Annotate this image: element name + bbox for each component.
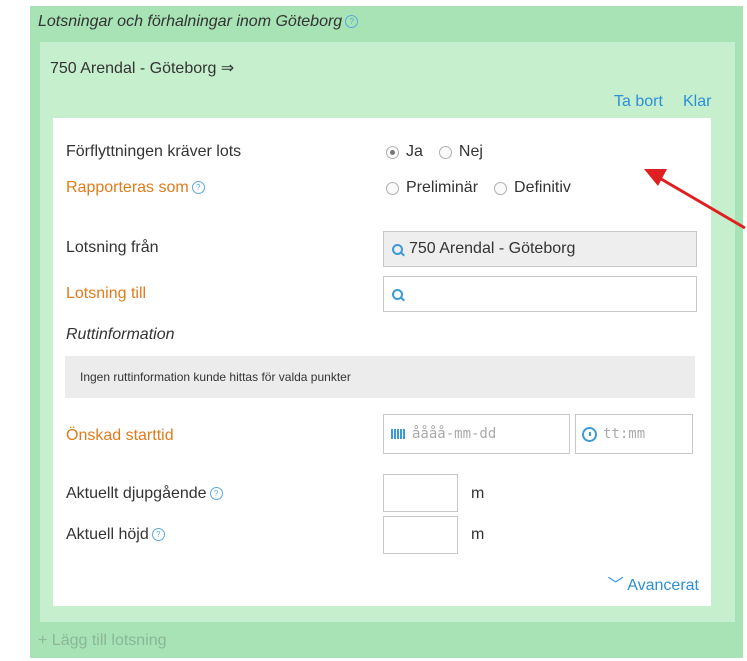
pilot-to-label: Lotsning till — [66, 285, 147, 302]
pilot-from-value: 750 Arendal - Göteborg — [409, 240, 576, 257]
start-date-field[interactable]: åååå-mm-dd — [383, 414, 570, 454]
start-time-field[interactable]: tt:mm — [575, 414, 693, 454]
height-unit: m — [471, 526, 485, 543]
pilotage-panel: Lotsningar och förhalningar inom Götebor… — [30, 6, 743, 658]
search-icon — [392, 288, 403, 300]
reported-as-radio-group: Preliminär Definitiv — [386, 179, 587, 197]
route-info-label: Ruttinformation — [66, 326, 175, 343]
clock-icon — [582, 426, 597, 442]
radio-definitiv-label: Definitiv — [514, 179, 571, 196]
start-time-label: Önskad starttid — [66, 427, 174, 444]
section-title-text: Lotsningar och förhalningar inom Götebor… — [38, 13, 343, 30]
help-icon[interactable]: ? — [191, 181, 205, 195]
calendar-icon — [391, 429, 405, 439]
radio-definitiv[interactable]: Definitiv — [494, 179, 571, 197]
section-title: Lotsningar och förhalningar inom Götebor… — [38, 13, 359, 31]
help-icon[interactable]: ? — [209, 487, 223, 501]
chevron-down-icon: ﹀ — [607, 577, 624, 594]
radio-ja-label: Ja — [406, 143, 423, 160]
draught-text: Aktuellt djupgående — [66, 485, 207, 502]
radio-nej-control[interactable] — [438, 145, 452, 159]
pilot-from-label: Lotsning från — [66, 239, 159, 256]
draught-unit: m — [471, 485, 485, 502]
advanced-label: Avancerat — [627, 577, 699, 594]
radio-nej[interactable]: Nej — [438, 143, 483, 161]
radio-preliminar-label: Preliminär — [406, 179, 479, 196]
remove-link[interactable]: Ta bort — [614, 93, 663, 111]
start-date-placeholder: åååå-mm-dd — [412, 426, 497, 442]
radio-preliminar-control[interactable] — [386, 181, 399, 195]
draught-input[interactable] — [383, 474, 458, 512]
requires-pilot-radio-group: Ja Nej — [386, 143, 499, 161]
requires-pilot-label: Förflyttningen kräver lots — [66, 143, 242, 160]
draught-label: Aktuellt djupgående? — [66, 485, 223, 503]
height-input[interactable] — [383, 516, 458, 554]
route-info-message: Ingen ruttinformation kunde hittas för v… — [65, 356, 695, 398]
pilot-from-field[interactable]: 750 Arendal - Göteborg — [383, 231, 697, 267]
route-info-text: Ingen ruttinformation kunde hittas för v… — [80, 370, 351, 384]
pilot-to-field[interactable] — [383, 276, 697, 312]
start-time-placeholder: tt:mm — [603, 426, 646, 442]
search-icon — [392, 243, 403, 255]
card-title: 750 Arendal - Göteborg ⇒ — [50, 60, 235, 77]
advanced-toggle[interactable]: ﹀ Avancerat — [608, 571, 699, 595]
reported-as-label: Rapporteras som? — [66, 179, 205, 197]
height-label: Aktuell höjd? — [66, 526, 165, 544]
radio-ja-control[interactable] — [386, 145, 399, 159]
add-pilotage-button[interactable]: + Lägg till lotsning — [38, 632, 167, 650]
done-link[interactable]: Klar — [683, 93, 711, 111]
pilotage-form: Förflyttningen kräver lots Ja Nej Rappor… — [53, 118, 711, 606]
help-icon[interactable]: ? — [151, 528, 165, 542]
reported-as-text: Rapporteras som — [66, 179, 189, 196]
height-text: Aktuell höjd — [66, 526, 149, 543]
help-icon[interactable]: ? — [345, 15, 359, 29]
radio-ja[interactable]: Ja — [386, 143, 423, 161]
pilotage-card: 750 Arendal - Göteborg ⇒ Ta bort Klar Fö… — [40, 42, 735, 622]
plus-icon: + — [38, 632, 48, 649]
radio-nej-label: Nej — [458, 143, 483, 160]
radio-definitiv-control[interactable] — [494, 181, 508, 195]
radio-preliminar[interactable]: Preliminär — [386, 179, 478, 197]
add-pilotage-label: Lägg till lotsning — [51, 632, 167, 649]
